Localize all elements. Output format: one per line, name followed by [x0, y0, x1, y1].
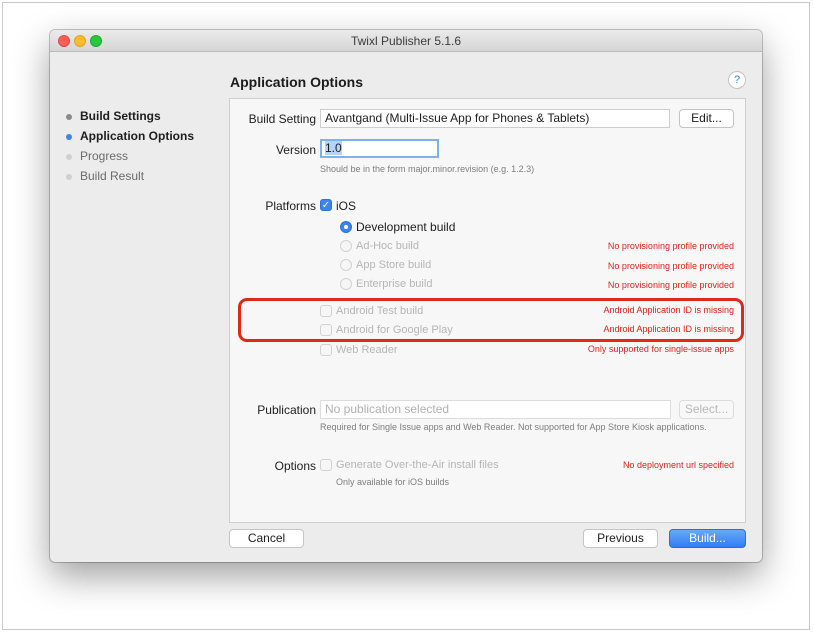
appstore-build-label: App Store build	[356, 259, 432, 271]
publication-label: Publication	[257, 403, 316, 417]
cancel-button[interactable]: Cancel	[229, 529, 304, 548]
adhoc-build-radio[interactable]	[340, 240, 352, 252]
version-field[interactable]: 1.0	[320, 139, 439, 158]
ios-checkbox[interactable]: ✓	[320, 199, 332, 211]
ota-checkbox[interactable]	[320, 459, 332, 471]
title-bar: Twixl Publisher 5.1.6	[50, 30, 762, 52]
step-dot-icon	[66, 154, 72, 160]
development-build-radio[interactable]	[340, 221, 352, 233]
platforms-label: Platforms	[265, 199, 316, 213]
publication-field[interactable]: No publication selected	[320, 400, 671, 419]
version-hint: Should be in the form major.minor.revisi…	[320, 164, 535, 174]
web-reader-warning: Only supported for single-issue apps	[587, 344, 734, 354]
ota-warning: No deployment url specified	[622, 460, 734, 470]
web-reader-checkbox[interactable]	[320, 344, 332, 356]
step-dot-icon	[66, 114, 72, 120]
adhoc-warning: No provisioning profile provided	[607, 241, 734, 251]
step-label: Build Result	[80, 169, 145, 183]
step-dot-icon	[66, 174, 72, 180]
step-label: Application Options	[80, 129, 194, 143]
build-setting-field[interactable]: Avantgand (Multi-Issue App for Phones & …	[320, 109, 670, 128]
edit-button[interactable]: Edit...	[679, 109, 734, 128]
adhoc-build-label: Ad-Hoc build	[356, 240, 419, 252]
step-label: Progress	[80, 149, 129, 163]
window-title: Twixl Publisher 5.1.6	[350, 34, 462, 48]
appstore-build-radio[interactable]	[340, 259, 352, 271]
build-button[interactable]: Build...	[669, 529, 746, 548]
build-setting-label: Build Setting	[248, 112, 316, 126]
page-title: Application Options	[230, 74, 363, 90]
help-button[interactable]: ?	[728, 71, 746, 89]
step-label: Build Settings	[80, 109, 161, 123]
ota-label: Generate Over-the-Air install files	[336, 459, 499, 471]
android-highlight-box	[238, 298, 744, 342]
web-reader-label: Web Reader	[336, 344, 398, 356]
previous-button[interactable]: Previous	[583, 529, 658, 548]
enterprise-warning: No provisioning profile provided	[607, 280, 734, 290]
ios-label: iOS	[336, 199, 357, 213]
development-build-label: Development build	[356, 220, 456, 234]
publication-hint: Required for Single Issue apps and Web R…	[320, 422, 707, 432]
enterprise-build-label: Enterprise build	[356, 278, 433, 290]
version-label: Version	[275, 143, 316, 157]
options-hint: Only available for iOS builds	[336, 477, 450, 487]
select-publication-button[interactable]: Select...	[679, 400, 734, 419]
enterprise-build-radio[interactable]	[340, 278, 352, 290]
step-dot-icon	[66, 134, 72, 140]
version-value: 1.0	[325, 141, 342, 155]
app-window: Twixl Publisher 5.1.6 Build Settings App…	[50, 30, 762, 562]
appstore-warning: No provisioning profile provided	[607, 261, 734, 271]
options-label: Options	[274, 459, 316, 473]
